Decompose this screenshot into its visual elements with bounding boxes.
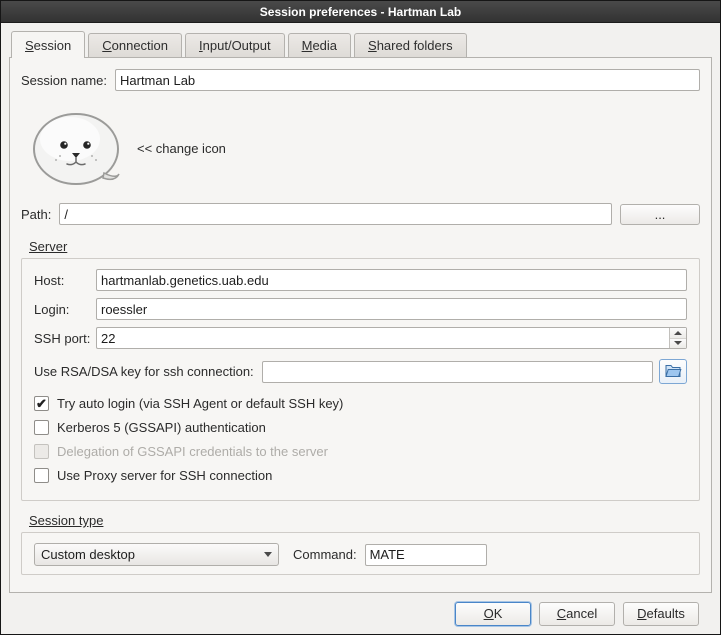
host-input[interactable] (96, 269, 687, 291)
seal-icon (30, 107, 122, 190)
checkbox-box: ✔ (34, 444, 49, 459)
spin-up-button[interactable] (670, 328, 686, 339)
session-type-group-label: Session type (29, 513, 700, 528)
session-type-group: Custom desktop Command: (21, 532, 700, 575)
session-name-input[interactable] (115, 69, 700, 91)
session-icon-block: << change icon (29, 107, 700, 189)
rsa-key-browse-button[interactable] (659, 359, 687, 384)
session-type-row: Custom desktop Command: (34, 543, 687, 566)
checkbox-box: ✔ (34, 396, 49, 411)
cancel-button[interactable]: Cancel (539, 602, 615, 626)
session-type-dropdown[interactable]: Custom desktop (34, 543, 279, 566)
dialog-content: Session Connection Input/Output Media Sh… (1, 23, 720, 634)
checkbox-box: ✔ (34, 420, 49, 435)
open-folder-icon (665, 363, 682, 380)
host-row: Host: (34, 269, 687, 291)
ssh-port-row: SSH port: (34, 327, 687, 349)
checkbox-proxy-server[interactable]: ✔ Use Proxy server for SSH connection (34, 468, 687, 483)
rsa-key-input[interactable] (262, 361, 653, 383)
session-preferences-dialog: Session preferences - Hartman Lab Sessio… (0, 0, 721, 635)
host-label: Host: (34, 273, 96, 288)
ssh-port-label: SSH port: (34, 331, 96, 346)
checkbox-auto-login[interactable]: ✔ Try auto login (via SSH Agent or defau… (34, 396, 687, 411)
path-input[interactable] (59, 203, 612, 225)
checkmark-icon: ✔ (36, 397, 47, 410)
tab-session[interactable]: Session (11, 31, 85, 58)
ssh-port-input[interactable] (96, 327, 687, 349)
session-tab-panel: Session name: (9, 57, 712, 593)
ok-button[interactable]: OK (455, 602, 531, 626)
tab-media[interactable]: Media (288, 33, 351, 57)
session-name-label: Session name: (21, 73, 107, 88)
checkbox-label: Use Proxy server for SSH connection (57, 468, 272, 483)
path-row: Path: ... (21, 203, 700, 225)
titlebar[interactable]: Session preferences - Hartman Lab (1, 1, 720, 23)
rsa-key-label: Use RSA/DSA key for ssh connection: (34, 364, 254, 379)
session-type-selected: Custom desktop (41, 547, 258, 562)
tab-input-output[interactable]: Input/Output (185, 33, 285, 57)
window-title: Session preferences - Hartman Lab (260, 5, 461, 19)
checkbox-label: Delegation of GSSAPI credentials to the … (57, 444, 328, 459)
login-label: Login: (34, 302, 96, 317)
path-browse-button[interactable]: ... (620, 204, 700, 225)
tab-shared-folders[interactable]: Shared folders (354, 33, 467, 57)
checkbox-gssapi-delegation: ✔ Delegation of GSSAPI credentials to th… (34, 444, 687, 459)
command-label: Command: (293, 547, 357, 562)
spin-down-button[interactable] (670, 339, 686, 349)
checkbox-box: ✔ (34, 468, 49, 483)
server-group-label: Server (29, 239, 700, 254)
session-icon-button[interactable] (29, 107, 123, 189)
path-label: Path: (21, 207, 51, 222)
dropdown-arrow-icon (264, 552, 272, 557)
rsa-key-row: Use RSA/DSA key for ssh connection: (34, 359, 687, 384)
spin-buttons (669, 328, 686, 348)
tab-bar: Session Connection Input/Output Media Sh… (9, 31, 712, 57)
ssh-port-spinbox (96, 327, 687, 349)
spin-up-icon (674, 331, 682, 335)
command-input[interactable] (365, 544, 487, 566)
change-icon-hint: << change icon (137, 141, 226, 156)
checkbox-kerberos[interactable]: ✔ Kerberos 5 (GSSAPI) authentication (34, 420, 687, 435)
spin-down-icon (674, 341, 682, 345)
login-row: Login: (34, 298, 687, 320)
login-input[interactable] (96, 298, 687, 320)
tab-connection[interactable]: Connection (88, 33, 182, 57)
dialog-footer: OK Cancel Defaults (9, 593, 712, 634)
checkbox-label: Kerberos 5 (GSSAPI) authentication (57, 420, 266, 435)
server-group: Host: Login: SSH port: (21, 258, 700, 501)
session-name-row: Session name: (21, 69, 700, 91)
defaults-button[interactable]: Defaults (623, 602, 699, 626)
checkbox-label: Try auto login (via SSH Agent or default… (57, 396, 343, 411)
